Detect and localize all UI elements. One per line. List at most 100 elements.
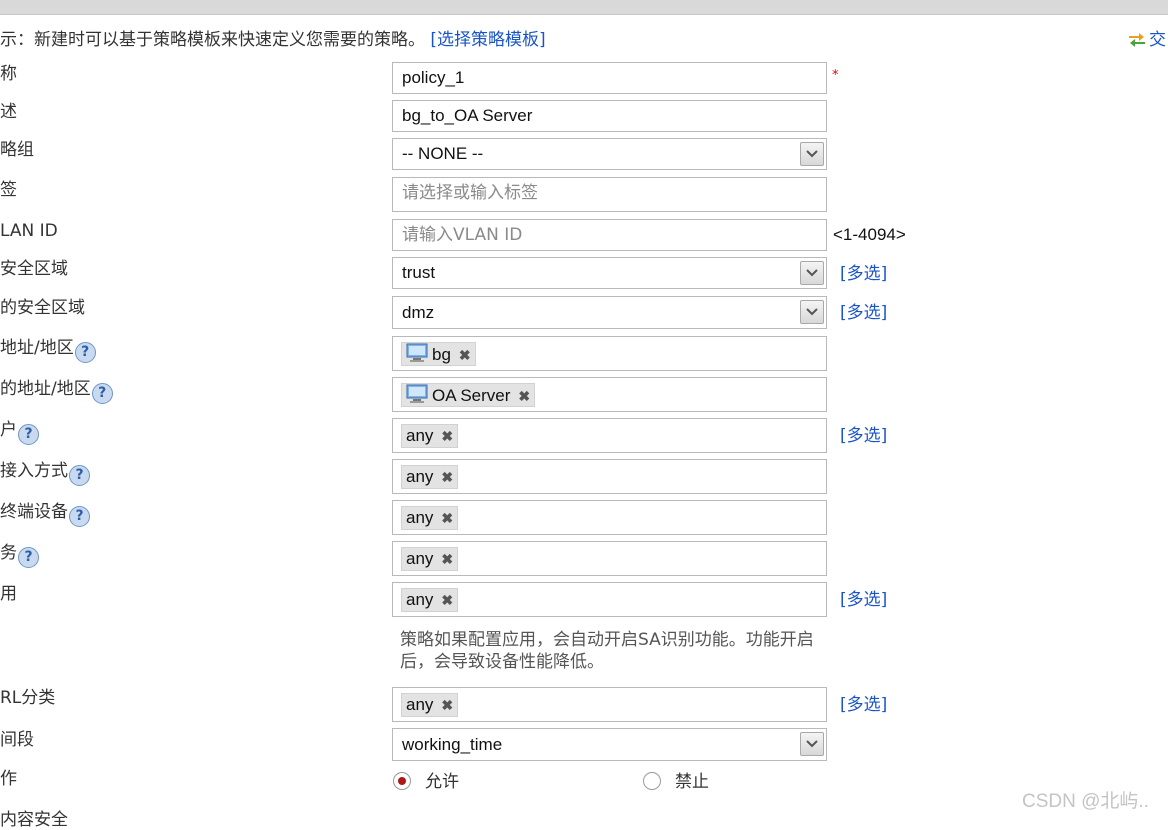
source-zone-select[interactable]: trust <box>392 257 827 289</box>
label-content-security: 内容安全 <box>0 810 68 830</box>
label-access-mode-text: 接入方式 <box>0 461 68 481</box>
tag-label: any <box>406 590 434 609</box>
label-destination-address: 的地址/地区? <box>0 379 113 404</box>
source-zone-value: trust <box>402 263 436 282</box>
help-icon[interactable]: ? <box>74 342 96 363</box>
label-user: 户? <box>0 420 39 445</box>
any-tag: any ✖ <box>401 547 459 571</box>
tag-label: any <box>406 695 434 714</box>
destination-zone-multiselect-link[interactable]: [多选] <box>840 298 887 323</box>
vlan-id-input[interactable]: 请输入VLAN ID <box>392 219 827 251</box>
service-field[interactable]: any ✖ <box>392 541 827 576</box>
any-tag: any ✖ <box>401 506 459 530</box>
url-category-field[interactable]: any ✖ <box>392 687 827 722</box>
help-icon[interactable]: ? <box>18 424 39 445</box>
tag-input[interactable]: 请选择或输入标签 <box>392 177 827 212</box>
url-category-multiselect-link[interactable]: [多选] <box>840 690 887 715</box>
label-source-address-text: 地址/地区 <box>0 338 74 358</box>
terminal-device-field[interactable]: any ✖ <box>392 500 827 535</box>
address-tag: OA Server ✖ <box>401 383 536 407</box>
dropdown-button[interactable] <box>800 300 824 324</box>
destination-zone-value: dmz <box>402 303 435 322</box>
template-hint: 示：新建时可以基于策略模板来快速定义您需要的策略。 [选择策略模板] <box>0 25 546 50</box>
address-tag: bg ✖ <box>401 342 476 366</box>
help-icon[interactable]: ? <box>69 465 90 486</box>
any-tag: any ✖ <box>401 588 459 612</box>
remove-tag-icon[interactable]: ✖ <box>441 548 453 570</box>
time-range-select[interactable]: working_time <box>392 728 827 761</box>
radio-selected-icon <box>393 772 411 790</box>
label-name: 称 <box>0 64 17 84</box>
source-address-field[interactable]: bg ✖ <box>392 336 827 371</box>
dropdown-button[interactable] <box>800 732 824 756</box>
source-zone-multiselect-link[interactable]: [多选] <box>840 259 887 284</box>
hint-text: 示：新建时可以基于策略模板来快速定义您需要的策略。 <box>0 30 425 50</box>
user-field[interactable]: any ✖ <box>392 418 827 453</box>
name-input[interactable]: policy_1 <box>392 62 827 94</box>
computer-icon <box>406 343 428 362</box>
label-user-text: 户 <box>0 420 17 440</box>
help-icon[interactable]: ? <box>91 383 113 404</box>
label-access-mode: 接入方式? <box>0 461 90 486</box>
any-tag: any ✖ <box>401 424 459 448</box>
label-action: 作 <box>0 769 17 789</box>
action-allow-label: 允许 <box>425 772 459 792</box>
label-description: 述 <box>0 102 17 122</box>
dropdown-button[interactable] <box>800 142 824 166</box>
application-field[interactable]: any ✖ <box>392 582 827 617</box>
destination-zone-select[interactable]: dmz <box>392 296 827 329</box>
address-tag-label: bg <box>432 345 451 364</box>
switch-link[interactable]: 交 <box>1127 25 1166 50</box>
label-vlan-id: LAN ID <box>0 221 58 241</box>
label-terminal-device: 终端设备? <box>0 502 90 527</box>
remove-tag-icon[interactable]: ✖ <box>441 507 453 529</box>
label-policy-group: 略组 <box>0 140 34 160</box>
tag-label: any <box>406 467 434 486</box>
policy-group-value: -- NONE -- <box>402 144 484 163</box>
required-mark: * <box>832 68 839 83</box>
access-mode-field[interactable]: any ✖ <box>392 459 827 494</box>
destination-address-field[interactable]: OA Server ✖ <box>392 377 827 412</box>
description-input[interactable]: bg_to_OA Server <box>392 100 827 132</box>
dropdown-button[interactable] <box>800 261 824 285</box>
help-icon[interactable]: ? <box>69 506 90 527</box>
time-range-value: working_time <box>402 735 503 754</box>
label-url-category: RL分类 <box>0 688 56 708</box>
remove-tag-icon[interactable]: ✖ <box>441 425 453 447</box>
label-application: 用 <box>0 584 17 604</box>
watermark: CSDN @北屿.. <box>1022 791 1149 812</box>
label-source-address: 地址/地区? <box>0 338 96 363</box>
label-destination-address-text: 的地址/地区 <box>0 379 91 399</box>
tag-label: any <box>406 508 434 527</box>
remove-tag-icon[interactable]: ✖ <box>441 589 453 611</box>
chevron-down-icon <box>806 150 818 158</box>
swap-arrows-icon <box>1129 33 1145 47</box>
action-allow-radio[interactable]: 允许 <box>393 767 459 792</box>
help-icon[interactable]: ? <box>18 547 39 568</box>
address-tag-label: OA Server <box>432 386 511 405</box>
remove-tag-icon[interactable]: ✖ <box>441 694 453 716</box>
label-source-zone: 安全区域 <box>0 259 68 279</box>
label-service: 务? <box>0 543 39 568</box>
label-tag: 签 <box>0 180 17 200</box>
application-multiselect-link[interactable]: [多选] <box>840 585 887 610</box>
switch-link-label: 交 <box>1149 30 1166 50</box>
label-terminal-device-text: 终端设备 <box>0 502 68 522</box>
top-bar <box>0 0 1168 15</box>
chevron-down-icon <box>806 740 818 748</box>
tag-label: any <box>406 549 434 568</box>
policy-group-select[interactable]: -- NONE -- <box>392 138 827 170</box>
user-multiselect-link[interactable]: [多选] <box>840 421 887 446</box>
remove-tag-icon[interactable]: ✖ <box>441 466 453 488</box>
computer-icon <box>406 384 428 403</box>
action-deny-radio[interactable]: 禁止 <box>643 767 709 792</box>
remove-tag-icon[interactable]: ✖ <box>459 344 471 366</box>
action-deny-label: 禁止 <box>675 772 709 792</box>
label-destination-zone: 的安全区域 <box>0 298 85 318</box>
select-template-link[interactable]: [选择策略模板] <box>430 30 545 50</box>
label-time-range: 间段 <box>0 730 34 750</box>
chevron-down-icon <box>806 308 818 316</box>
any-tag: any ✖ <box>401 465 459 489</box>
any-tag: any ✖ <box>401 693 459 717</box>
remove-tag-icon[interactable]: ✖ <box>518 385 530 407</box>
